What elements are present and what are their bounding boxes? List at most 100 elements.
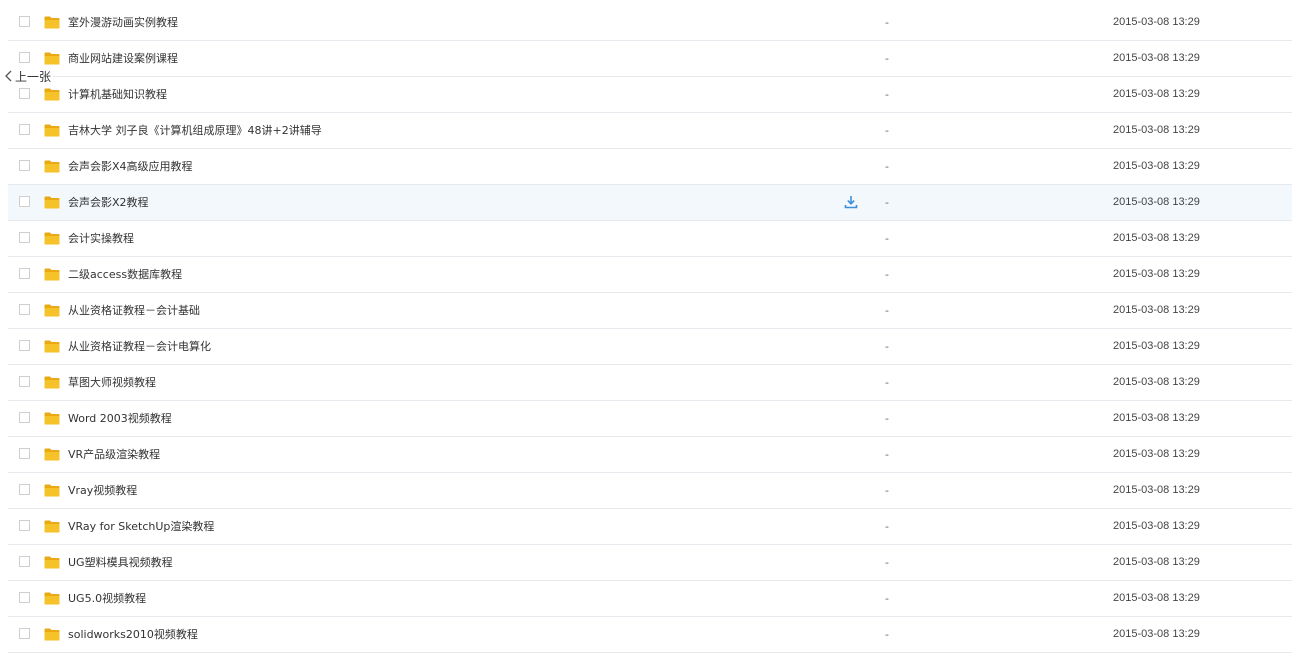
folder-icon	[44, 412, 60, 425]
modified-date: 2015-03-08 13:29	[1113, 304, 1200, 316]
file-size: -	[885, 88, 889, 101]
file-row[interactable]: VR产品级渲染教程 - 2015-03-08 13:29	[8, 437, 1292, 473]
file-row[interactable]: Word 2003视频教程 - 2015-03-08 13:29	[8, 401, 1292, 437]
file-size: -	[885, 376, 889, 389]
row-checkbox[interactable]	[19, 448, 30, 459]
row-checkbox[interactable]	[19, 412, 30, 423]
folder-icon	[44, 376, 60, 389]
file-size: -	[885, 628, 889, 641]
file-size: -	[885, 268, 889, 281]
file-size: -	[885, 592, 889, 605]
folder-icon	[44, 592, 60, 605]
file-size: -	[885, 412, 889, 425]
folder-icon	[44, 340, 60, 353]
chevron-left-icon	[5, 70, 12, 82]
file-row[interactable]: 吉林大学 刘子良《计算机组成原理》48讲+2讲辅导 - 2015-03-08 13:…	[8, 113, 1292, 149]
file-size: -	[885, 304, 889, 317]
row-checkbox[interactable]	[19, 268, 30, 279]
row-checkbox[interactable]	[19, 484, 30, 495]
file-row[interactable]: 会计实操教程 - 2015-03-08 13:29	[8, 221, 1292, 257]
folder-icon	[44, 484, 60, 497]
row-checkbox[interactable]	[19, 232, 30, 243]
row-checkbox[interactable]	[19, 304, 30, 315]
file-name-link[interactable]: 会计实操教程	[68, 221, 134, 256]
file-size: -	[885, 52, 889, 65]
file-row[interactable]: UG塑料模具视频教程 - 2015-03-08 13:29	[8, 545, 1292, 581]
folder-icon	[44, 448, 60, 461]
file-size: -	[885, 484, 889, 497]
file-name-link[interactable]: 室外漫游动画实例教程	[68, 5, 178, 40]
file-name-link[interactable]: 商业网站建设案例课程	[68, 41, 178, 76]
file-row[interactable]: solidworks2010视频教程 - 2015-03-08 13:29	[8, 617, 1292, 653]
file-row[interactable]: Vray视频教程 - 2015-03-08 13:29	[8, 473, 1292, 509]
row-checkbox[interactable]	[19, 340, 30, 351]
modified-date: 2015-03-08 13:29	[1113, 376, 1200, 388]
file-name-link[interactable]: UG塑料模具视频教程	[68, 545, 173, 580]
file-row[interactable]: 从业资格证教程－会计基础 - 2015-03-08 13:29	[8, 293, 1292, 329]
row-checkbox[interactable]	[19, 376, 30, 387]
file-name-link[interactable]: 吉林大学 刘子良《计算机组成原理》48讲+2讲辅导	[68, 113, 322, 148]
file-size: -	[885, 556, 889, 569]
modified-date: 2015-03-08 13:29	[1113, 448, 1200, 460]
file-name-link[interactable]: 会声会影X4高级应用教程	[68, 149, 193, 184]
file-size: -	[885, 232, 889, 245]
file-row[interactable]: 会声会影X4高级应用教程 - 2015-03-08 13:29	[8, 149, 1292, 185]
folder-icon	[44, 520, 60, 533]
file-row[interactable]: 二级access数据库教程 - 2015-03-08 13:29	[8, 257, 1292, 293]
file-name-link[interactable]: Word 2003视频教程	[68, 401, 172, 436]
file-size: -	[885, 16, 889, 29]
row-checkbox[interactable]	[19, 520, 30, 531]
row-checkbox[interactable]	[19, 88, 30, 99]
row-checkbox[interactable]	[19, 592, 30, 603]
file-row[interactable]: 从业资格证教程－会计电算化 - 2015-03-08 13:29	[8, 329, 1292, 365]
folder-icon	[44, 16, 60, 29]
download-icon[interactable]	[844, 195, 858, 209]
file-row[interactable]: 商业网站建设案例课程 - 2015-03-08 13:29	[8, 41, 1292, 77]
folder-icon	[44, 628, 60, 641]
row-checkbox[interactable]	[19, 160, 30, 171]
row-checkbox[interactable]	[19, 196, 30, 207]
file-name-link[interactable]: 计算机基础知识教程	[68, 77, 167, 112]
file-name-link[interactable]: VRay for SketchUp渲染教程	[68, 509, 214, 544]
file-row[interactable]: 会声会影X2教程 - 2015-03-08 13:29	[8, 185, 1292, 221]
file-name-link[interactable]: 二级access数据库教程	[68, 257, 182, 292]
file-name-link[interactable]: VR产品级渲染教程	[68, 437, 160, 472]
file-name-link[interactable]: 从业资格证教程－会计电算化	[68, 329, 211, 364]
file-name-link[interactable]: UG5.0视频教程	[68, 581, 146, 616]
file-name-link[interactable]: solidworks2010视频教程	[68, 617, 198, 652]
modified-date: 2015-03-08 13:29	[1113, 628, 1200, 640]
file-name-link[interactable]: 从业资格证教程－会计基础	[68, 293, 200, 328]
row-checkbox[interactable]	[19, 124, 30, 135]
modified-date: 2015-03-08 13:29	[1113, 412, 1200, 424]
prev-image-button[interactable]: 上一张	[4, 66, 54, 86]
file-row[interactable]: 室外漫游动画实例教程 - 2015-03-08 13:29	[8, 5, 1292, 41]
file-row[interactable]: UG5.0视频教程 - 2015-03-08 13:29	[8, 581, 1292, 617]
file-name-link[interactable]: Vray视频教程	[68, 473, 137, 508]
row-checkbox[interactable]	[19, 628, 30, 639]
folder-icon	[44, 196, 60, 209]
row-checkbox[interactable]	[19, 52, 30, 63]
modified-date: 2015-03-08 13:29	[1113, 268, 1200, 280]
row-checkbox[interactable]	[19, 556, 30, 567]
file-row[interactable]: 计算机基础知识教程 - 2015-03-08 13:29	[8, 77, 1292, 113]
file-row[interactable]: VRay for SketchUp渲染教程 - 2015-03-08 13:29	[8, 509, 1292, 545]
row-checkbox[interactable]	[19, 16, 30, 27]
modified-date: 2015-03-08 13:29	[1113, 340, 1200, 352]
file-size: -	[885, 124, 889, 137]
file-size: -	[885, 340, 889, 353]
file-size: -	[885, 196, 889, 209]
folder-icon	[44, 88, 60, 101]
file-list: 室外漫游动画实例教程 - 2015-03-08 13:29 商业网站建设案例课程 - 20…	[8, 5, 1292, 653]
file-name-link[interactable]: 会声会影X2教程	[68, 185, 149, 220]
file-name-link[interactable]: 草图大师视频教程	[68, 365, 156, 400]
file-row[interactable]: 草图大师视频教程 - 2015-03-08 13:29	[8, 365, 1292, 401]
modified-date: 2015-03-08 13:29	[1113, 196, 1200, 208]
folder-icon	[44, 304, 60, 317]
folder-icon	[44, 52, 60, 65]
modified-date: 2015-03-08 13:29	[1113, 556, 1200, 568]
modified-date: 2015-03-08 13:29	[1113, 124, 1200, 136]
modified-date: 2015-03-08 13:29	[1113, 88, 1200, 100]
modified-date: 2015-03-08 13:29	[1113, 520, 1200, 532]
modified-date: 2015-03-08 13:29	[1113, 484, 1200, 496]
file-size: -	[885, 448, 889, 461]
